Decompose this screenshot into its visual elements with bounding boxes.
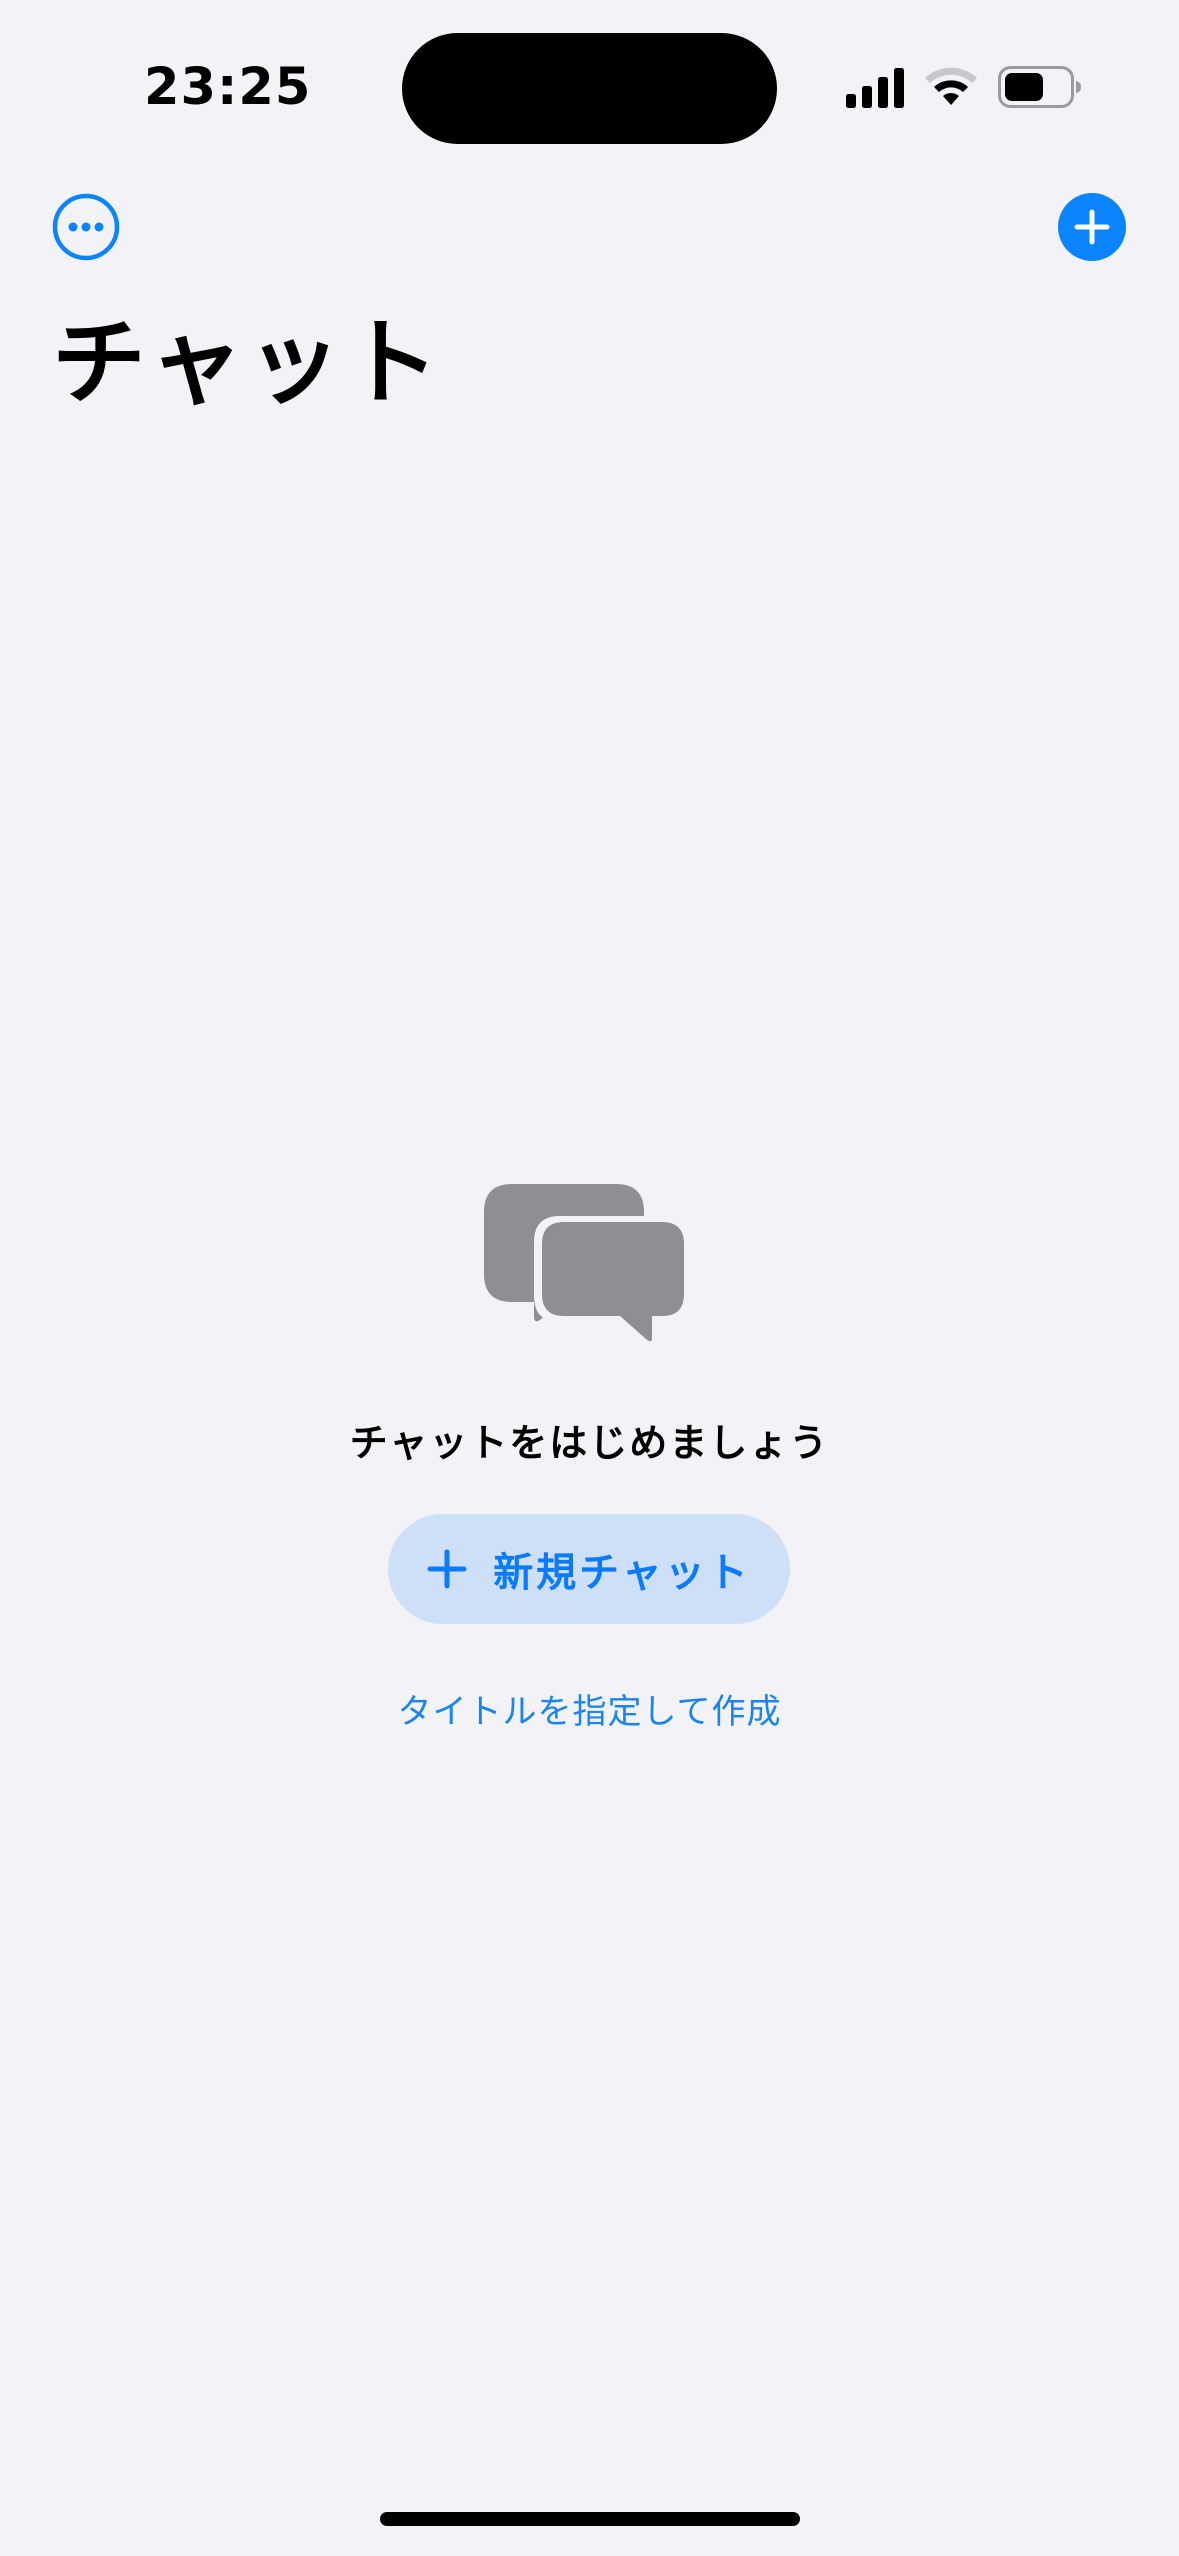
chat-screen: 23:25 チャット チャットをはじめましょう 新規チャット タイトルを指定して…: [0, 0, 1179, 2556]
wifi-icon: [925, 67, 977, 105]
add-chat-button[interactable]: [1058, 193, 1126, 261]
new-chat-label: 新規チャット: [493, 1550, 751, 1596]
new-chat-button[interactable]: 新規チャット: [388, 1514, 790, 1624]
page-title: チャット: [52, 309, 444, 418]
more-options-button[interactable]: [52, 193, 120, 261]
dynamic-island: [402, 33, 777, 144]
plus-icon: [1074, 209, 1110, 245]
status-time: 23:25: [144, 58, 312, 117]
home-indicator: [380, 2512, 800, 2526]
battery-icon: [998, 66, 1081, 108]
chat-bubbles-icon: [484, 1184, 690, 1349]
create-with-title-link[interactable]: タイトルを指定して作成: [0, 1684, 1179, 1733]
empty-state-title: チャットをはじめましょう: [349, 1421, 830, 1465]
ellipsis-circle-icon: [52, 193, 120, 261]
plus-icon: [427, 1549, 467, 1589]
cellular-signal-icon: [846, 68, 904, 108]
